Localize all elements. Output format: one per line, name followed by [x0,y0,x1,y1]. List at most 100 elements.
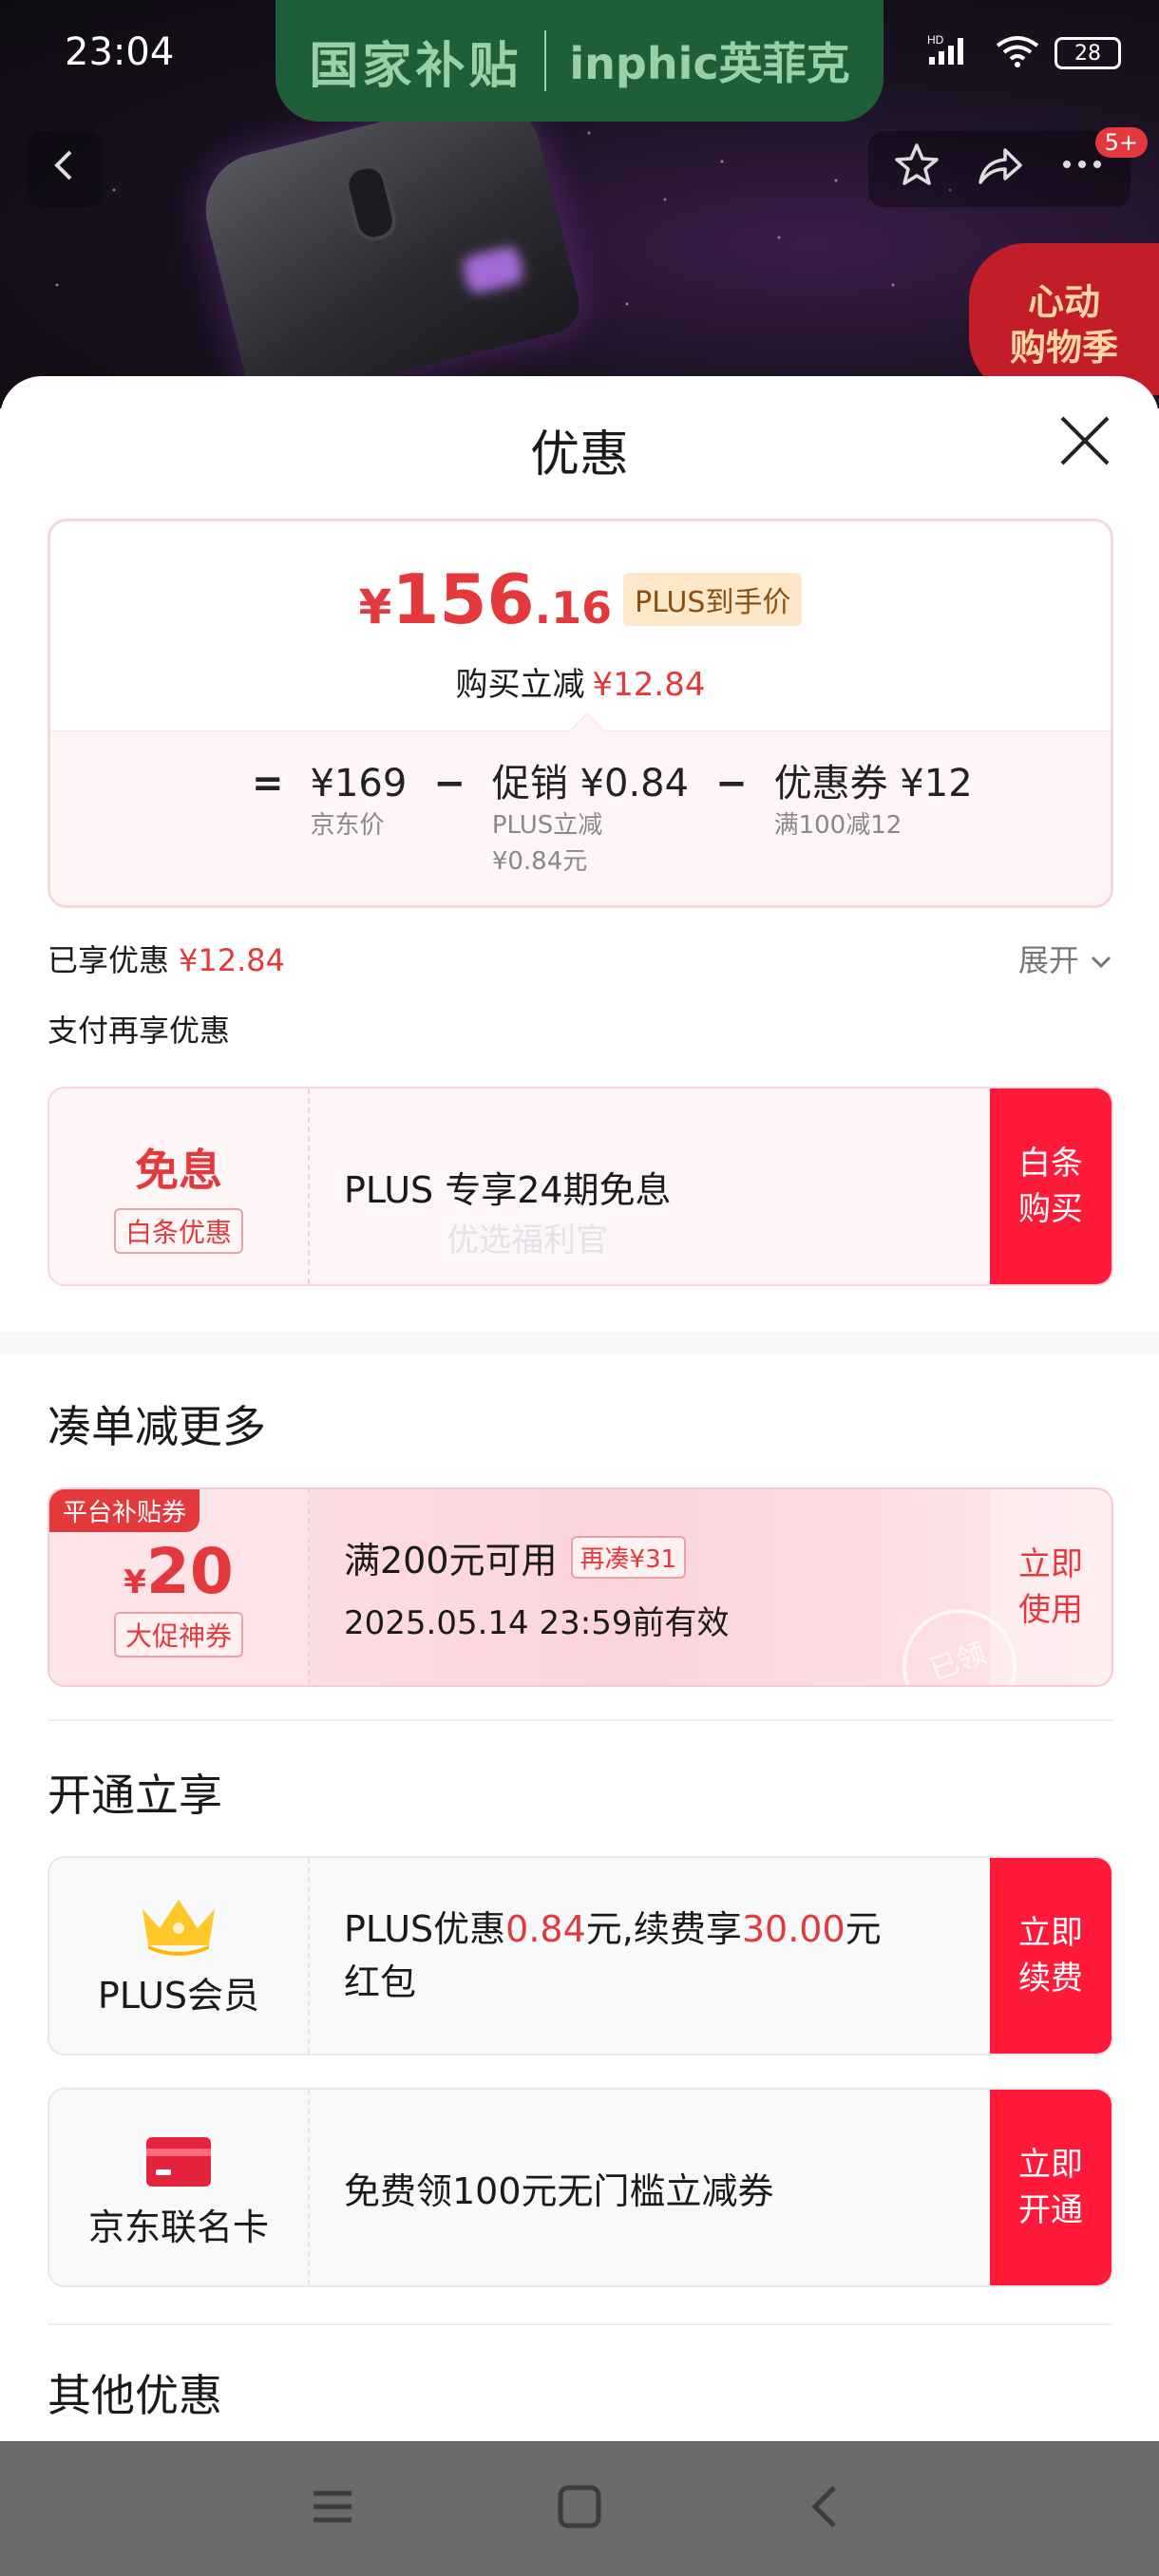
price-integer: 156 [391,559,535,639]
chevron-down-icon [1089,942,1113,978]
activate-section-title: 开通立享 [48,1770,222,1821]
status-time: 23:04 [65,30,175,74]
plus-price-tag: PLUS到手价 [623,573,803,626]
divider-line-2 [48,2323,1113,2325]
coupon-valid: 2025.05.14 23:59前有效 [344,1604,730,1642]
final-price-row: ¥156.16 PLUS到手价 [50,559,1111,639]
cobrand-left: 京东联名卡 [49,2090,310,2285]
instant-discount-row: 购买立减 ¥12.84 [50,658,1111,705]
plus-desc-line1: PLUS优惠0.84元,续费享30.00元 [344,1903,988,1956]
subsidy-banner: 国家补贴 inphic英菲克 [276,0,884,122]
divider-line [48,1719,1113,1721]
plus-desc: PLUS优惠0.84元,续费享30.00元 红包 [344,1858,988,2054]
promo-text: 心动 购物季 [1009,281,1118,369]
pay-more-label: 支付再享优惠 [48,1013,231,1049]
status-icons: HD 28 [927,32,1121,74]
expand-label: 展开 [1017,942,1079,978]
promo-col: 促销 ¥0.84 PLUS立减 ¥0.84元 [492,760,689,880]
brand-text: inphic英菲克 [569,38,850,89]
instant-discount-value: ¥12.84 [592,666,706,704]
price-calculation: = ¥169 京东价 − 促销 ¥0.84 PLUS立减 ¥0.84元 − 优惠… [50,712,1111,905]
promo-sub1: PLUS立减 [491,811,603,840]
mouse-wheel [341,161,401,245]
price-breakdown-card: ¥156.16 PLUS到手价 购买立减 ¥12.84 = ¥169 京东价 − … [48,519,1113,908]
enjoyed-value: ¥12.84 [179,942,285,978]
equals-sign: = [252,762,284,805]
open-label: 立即 开通 [1018,2146,1083,2229]
coupon-type-tag: 大促神券 [113,1612,243,1657]
jd-price-label: 京东价 [310,811,385,840]
plus-text-d: 红包 [344,1961,417,2003]
plus-member-card[interactable]: PLUS会员 PLUS优惠0.84元,续费享30.00元 红包 立即 续费 [48,1856,1113,2055]
system-nav-bar [0,2441,1159,2576]
menu-icon[interactable] [306,2480,359,2537]
renew-button[interactable]: 立即 续费 [990,1858,1112,2054]
use-now-button[interactable]: 立即 使用 [990,1489,1112,1685]
message-badge: 5+ [1094,127,1148,158]
other-section-title: 其他优惠 [48,2370,222,2421]
home-icon[interactable] [553,2480,606,2537]
bundle-section-title: 凑单减更多 [48,1401,266,1452]
enjoyed-label: 已享优惠 [48,942,170,978]
instant-discount-label: 购买立减 [455,666,585,704]
platform-coupon-card[interactable]: 平台补贴券 ¥20 大促神券 满200元可用 再凑¥31 2025.05.14 … [48,1487,1113,1687]
coupon-left: 平台补贴券 ¥20 大促神券 [49,1489,310,1685]
promo-sub2: ¥0.84元 [491,847,588,876]
plus-text-b: 元,续费享 [585,1908,742,1950]
add-more-tag: 再凑¥31 [570,1536,687,1579]
price-currency: ¥ [358,579,392,635]
back-nav-icon[interactable] [800,2480,853,2537]
coupon-col: 优惠券 ¥12 满100减12 [774,760,973,843]
jd-price-col: ¥169 京东价 [311,760,408,843]
banner-divider [544,30,547,91]
minus-sign: − [433,762,466,805]
open-button[interactable]: 立即 开通 [990,2090,1112,2285]
top-actions [868,131,1130,207]
calc-row: = ¥169 京东价 − 促销 ¥0.84 PLUS立减 ¥0.84元 − 优惠… [252,760,973,880]
mouse-led [461,244,526,295]
back-icon [46,142,84,196]
coupon-amount-value: 20 [145,1535,234,1608]
baitiao-text: PLUS 专享24期免息 [344,1168,672,1211]
use-now-label: 立即 使用 [1018,1545,1083,1629]
battery-indicator: 28 [1054,37,1121,69]
baitiao-buy-label: 白条 购买 [1018,1145,1083,1228]
renew-label: 立即 续费 [1018,1914,1083,1998]
baitiao-tag: 白条优惠 [113,1208,243,1254]
close-icon[interactable] [1056,412,1113,469]
baitiao-left: 免息 白条优惠 [49,1089,310,1284]
plus-val-a: 0.84 [505,1908,586,1950]
enjoyed-discount: 已享优惠 ¥12.84 [48,937,285,980]
share-icon[interactable] [975,141,1024,199]
promo-tag[interactable]: 心动 购物季 [969,243,1159,395]
coupon-condition-row: 满200元可用 再凑¥31 [344,1531,988,1583]
expand-button[interactable]: 展开 [1018,937,1113,980]
plus-left: PLUS会员 [49,1858,310,2054]
section-divider [0,1332,1159,1354]
star-icon[interactable] [893,141,940,199]
product-hero: 国家补贴 inphic英菲克 23:04 HD 28 5+ 心动 购物季 [0,0,1159,408]
interest-free-text: 免息 [135,1145,222,1196]
baitiao-buy-button[interactable]: 白条 购买 [990,1089,1112,1284]
price-decimal: .16 [534,582,613,634]
plus-text-c: 元 [845,1908,882,1950]
plus-label: PLUS会员 [97,1975,260,2017]
wifi-icon [994,34,1041,72]
minus-sign-2: − [715,762,748,805]
cobrand-card[interactable]: 京东联名卡 免费领100元无门槛立减券 立即 开通 [48,2088,1113,2287]
crown-icon [142,1900,215,1956]
cobrand-label: 京东联名卡 [87,2207,269,2248]
jd-price-value: ¥169 [310,762,408,805]
price-summary: ¥156.16 PLUS到手价 购买立减 ¥12.84 [50,521,1111,730]
back-button[interactable] [27,131,103,207]
cobrand-desc: 免费领100元无门槛立减券 [344,2090,988,2285]
sheet-title: 优惠 [529,426,629,483]
coupon-sub: 满100减12 [773,811,902,840]
subsidy-text: 国家补贴 [309,37,522,95]
plus-val-b: 30.00 [741,1908,846,1950]
svg-text:HD: HD [927,33,944,47]
coupon-condition: 满200元可用 [344,1540,558,1582]
cobrand-text: 免费领100元无门槛立减券 [344,2169,774,2212]
coupon-desc: 满200元可用 再凑¥31 2025.05.14 23:59前有效 [344,1489,988,1685]
coupon-value: 优惠券 ¥12 [773,762,973,805]
